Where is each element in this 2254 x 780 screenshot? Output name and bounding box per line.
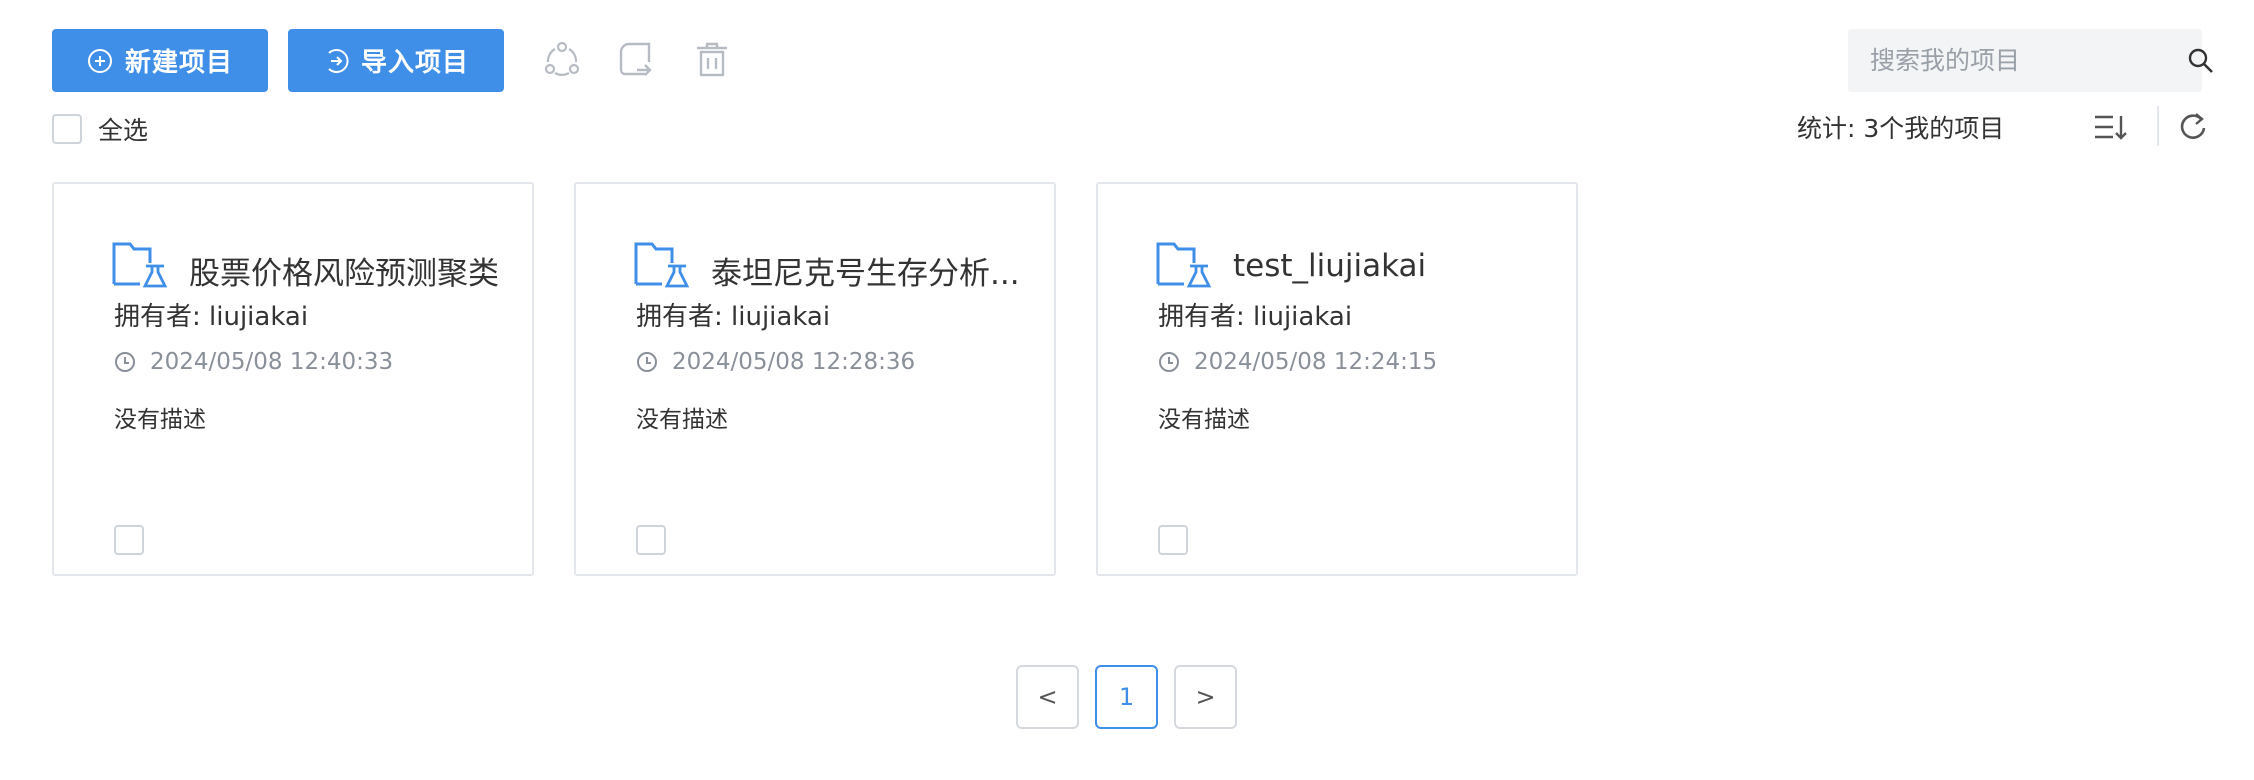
project-card[interactable]: 股票价格风险预测聚类 拥有者: liujiakai 2024/05/08 12:… [52,182,534,576]
pagination-page-1[interactable]: 1 [1095,665,1158,729]
new-project-button[interactable]: 新建项目 [52,29,268,92]
refresh-icon[interactable] [2177,110,2209,144]
project-folder-icon [634,240,690,288]
project-title[interactable]: test_liujiakai [1233,248,1563,284]
clock-icon [114,351,136,373]
project-stats: 统计: 3个我的项目 [1797,114,2005,143]
project-time: 2024/05/08 12:24:15 [1158,349,1437,375]
project-card[interactable]: test_liujiakai 拥有者: liujiakai 2024/05/08… [1096,182,1578,576]
project-title[interactable]: 泰坦尼克号生存分析... [711,248,1041,293]
export-icon[interactable] [614,37,658,81]
project-checkbox[interactable] [114,525,144,555]
search-icon[interactable] [2187,47,2215,75]
select-all[interactable]: 全选 [52,111,148,147]
project-owner: 拥有者: liujiakai [636,302,831,332]
select-all-checkbox[interactable] [52,114,82,144]
project-owner: 拥有者: liujiakai [1158,302,1353,332]
project-title[interactable]: 股票价格风险预测聚类 [189,248,519,293]
project-checkbox[interactable] [636,525,666,555]
pagination-prev-button[interactable]: < [1016,665,1079,729]
import-circle-icon [323,48,349,74]
toolbar-divider [2157,106,2159,146]
project-time: 2024/05/08 12:40:33 [114,349,393,375]
project-folder-icon [112,240,168,288]
project-card[interactable]: 泰坦尼克号生存分析... 拥有者: liujiakai 2024/05/08 1… [574,182,1056,576]
project-time-text: 2024/05/08 12:24:15 [1194,349,1438,375]
project-description: 没有描述 [114,407,206,433]
project-time: 2024/05/08 12:28:36 [636,349,915,375]
project-owner: 拥有者: liujiakai [114,302,309,332]
share-icon[interactable] [540,37,584,81]
search-box[interactable] [1848,29,2213,92]
project-checkbox[interactable] [1158,525,1188,555]
project-folder-icon [1156,240,1212,288]
project-description: 没有描述 [636,407,728,433]
sort-icon[interactable] [2092,110,2128,144]
project-time-text: 2024/05/08 12:28:36 [672,349,916,375]
search-input[interactable] [1848,46,2187,75]
project-description: 没有描述 [1158,407,1250,433]
pagination-next-button[interactable]: > [1174,665,1237,729]
clock-icon [636,351,658,373]
delete-icon[interactable] [690,37,734,81]
import-project-label: 导入项目 [360,48,469,78]
clock-icon [1158,351,1180,373]
new-project-label: 新建项目 [124,48,233,78]
import-project-button[interactable]: 导入项目 [288,29,504,92]
plus-circle-icon [87,48,113,74]
select-all-label: 全选 [98,116,149,145]
project-time-text: 2024/05/08 12:40:33 [150,349,394,375]
